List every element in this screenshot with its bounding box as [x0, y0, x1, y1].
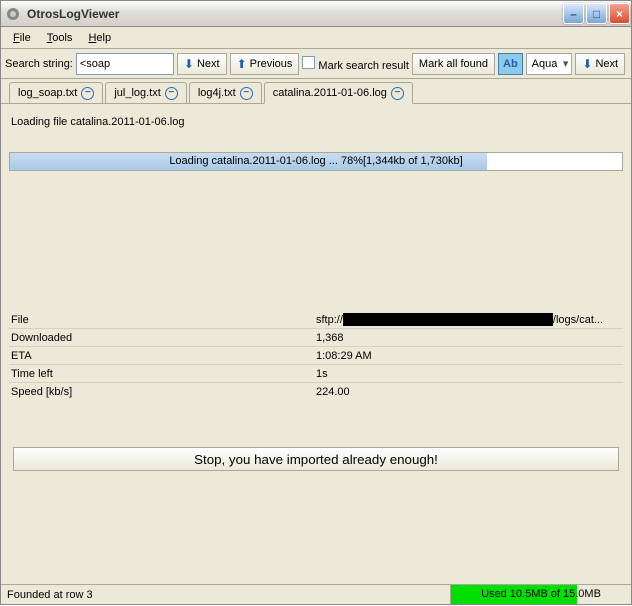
arrow-down-icon: ⬇: [184, 57, 194, 71]
statusbar: Founded at row 3 Used 10.5MB of 15.0MB: [1, 584, 631, 604]
stop-button[interactable]: Stop, you have imported already enough!: [13, 447, 619, 471]
mark-all-button[interactable]: Mark all found: [412, 53, 495, 75]
info-val: sftp:///logs/cat...: [316, 313, 623, 326]
table-row: File sftp:///logs/cat...: [9, 311, 623, 329]
content-area: Loading file catalina.2011-01-06.log Loa…: [1, 104, 631, 584]
tab-label: log_soap.txt: [18, 87, 77, 99]
titlebar[interactable]: OtrosLogViewer – □ ×: [0, 0, 632, 26]
menu-tools[interactable]: Tools: [39, 30, 81, 46]
previous-button[interactable]: ⬆Previous: [230, 53, 300, 75]
info-key: Time left: [9, 368, 316, 380]
info-val: 1:08:29 AM: [316, 350, 623, 362]
tab-label: log4j.txt: [198, 87, 236, 99]
menu-file[interactable]: File: [5, 30, 39, 46]
memory-meter: Used 10.5MB of 15.0MB: [451, 585, 631, 604]
arrow-up-icon: ⬆: [237, 57, 247, 71]
info-val: 1,368: [316, 332, 623, 344]
close-icon[interactable]: −: [165, 87, 178, 100]
memory-text: Used 10.5MB of 15.0MB: [451, 585, 631, 603]
tab-log4j[interactable]: log4j.txt−: [189, 82, 262, 104]
menubar: File Tools Help: [1, 27, 631, 49]
info-val: 224.00: [316, 386, 623, 398]
info-key: File: [9, 314, 316, 326]
tab-catalina[interactable]: catalina.2011-01-06.log−: [264, 82, 413, 104]
next2-button[interactable]: ⬇Next: [575, 53, 625, 75]
highlight-color-button[interactable]: Ab: [498, 53, 523, 75]
search-toolbar: Search string: ⬇Next ⬆Previous Mark sear…: [1, 49, 631, 79]
tab-label: catalina.2011-01-06.log: [273, 87, 387, 99]
mark-search-checkbox[interactable]: Mark search result: [302, 56, 408, 72]
info-key: ETA: [9, 350, 316, 362]
close-icon[interactable]: −: [81, 87, 94, 100]
info-key: Downloaded: [9, 332, 316, 344]
spacer: [7, 171, 625, 311]
table-row: Time left 1s: [9, 365, 623, 383]
color-combo[interactable]: Aqua: [526, 53, 573, 75]
maximize-button[interactable]: □: [586, 3, 607, 24]
close-icon[interactable]: −: [391, 87, 404, 100]
checkbox-icon: [302, 56, 315, 69]
window-title: OtrosLogViewer: [25, 7, 562, 21]
minimize-button[interactable]: –: [563, 3, 584, 24]
search-label: Search string:: [5, 58, 73, 70]
table-row: Downloaded 1,368: [9, 329, 623, 347]
menu-help[interactable]: Help: [80, 30, 119, 46]
close-icon[interactable]: −: [240, 87, 253, 100]
app-icon: [5, 6, 21, 22]
tab-jul-log[interactable]: jul_log.txt−: [105, 82, 186, 104]
arrow-down-icon: ⬇: [582, 57, 592, 71]
info-key: Speed [kb/s]: [9, 386, 316, 398]
tabs: log_soap.txt− jul_log.txt− log4j.txt− ca…: [1, 79, 631, 104]
redacted-text: [343, 313, 553, 326]
table-row: Speed [kb/s] 224.00: [9, 383, 623, 401]
search-input[interactable]: [76, 53, 174, 75]
window-body: File Tools Help Search string: ⬇Next ⬆Pr…: [0, 26, 632, 605]
next-button[interactable]: ⬇Next: [177, 53, 227, 75]
tab-log-soap[interactable]: log_soap.txt−: [9, 82, 103, 104]
table-row: ETA 1:08:29 AM: [9, 347, 623, 365]
spacer: [7, 477, 625, 578]
close-button[interactable]: ×: [609, 3, 630, 24]
progress-text: Loading catalina.2011-01-06.log ... 78%[…: [10, 153, 622, 170]
progress-bar: Loading catalina.2011-01-06.log ... 78%[…: [9, 152, 623, 171]
loading-label: Loading file catalina.2011-01-06.log: [7, 110, 625, 152]
info-table: File sftp:///logs/cat... Downloaded 1,36…: [9, 311, 623, 401]
status-left: Founded at row 3: [1, 585, 451, 604]
tab-label: jul_log.txt: [114, 87, 160, 99]
info-val: 1s: [316, 368, 623, 380]
